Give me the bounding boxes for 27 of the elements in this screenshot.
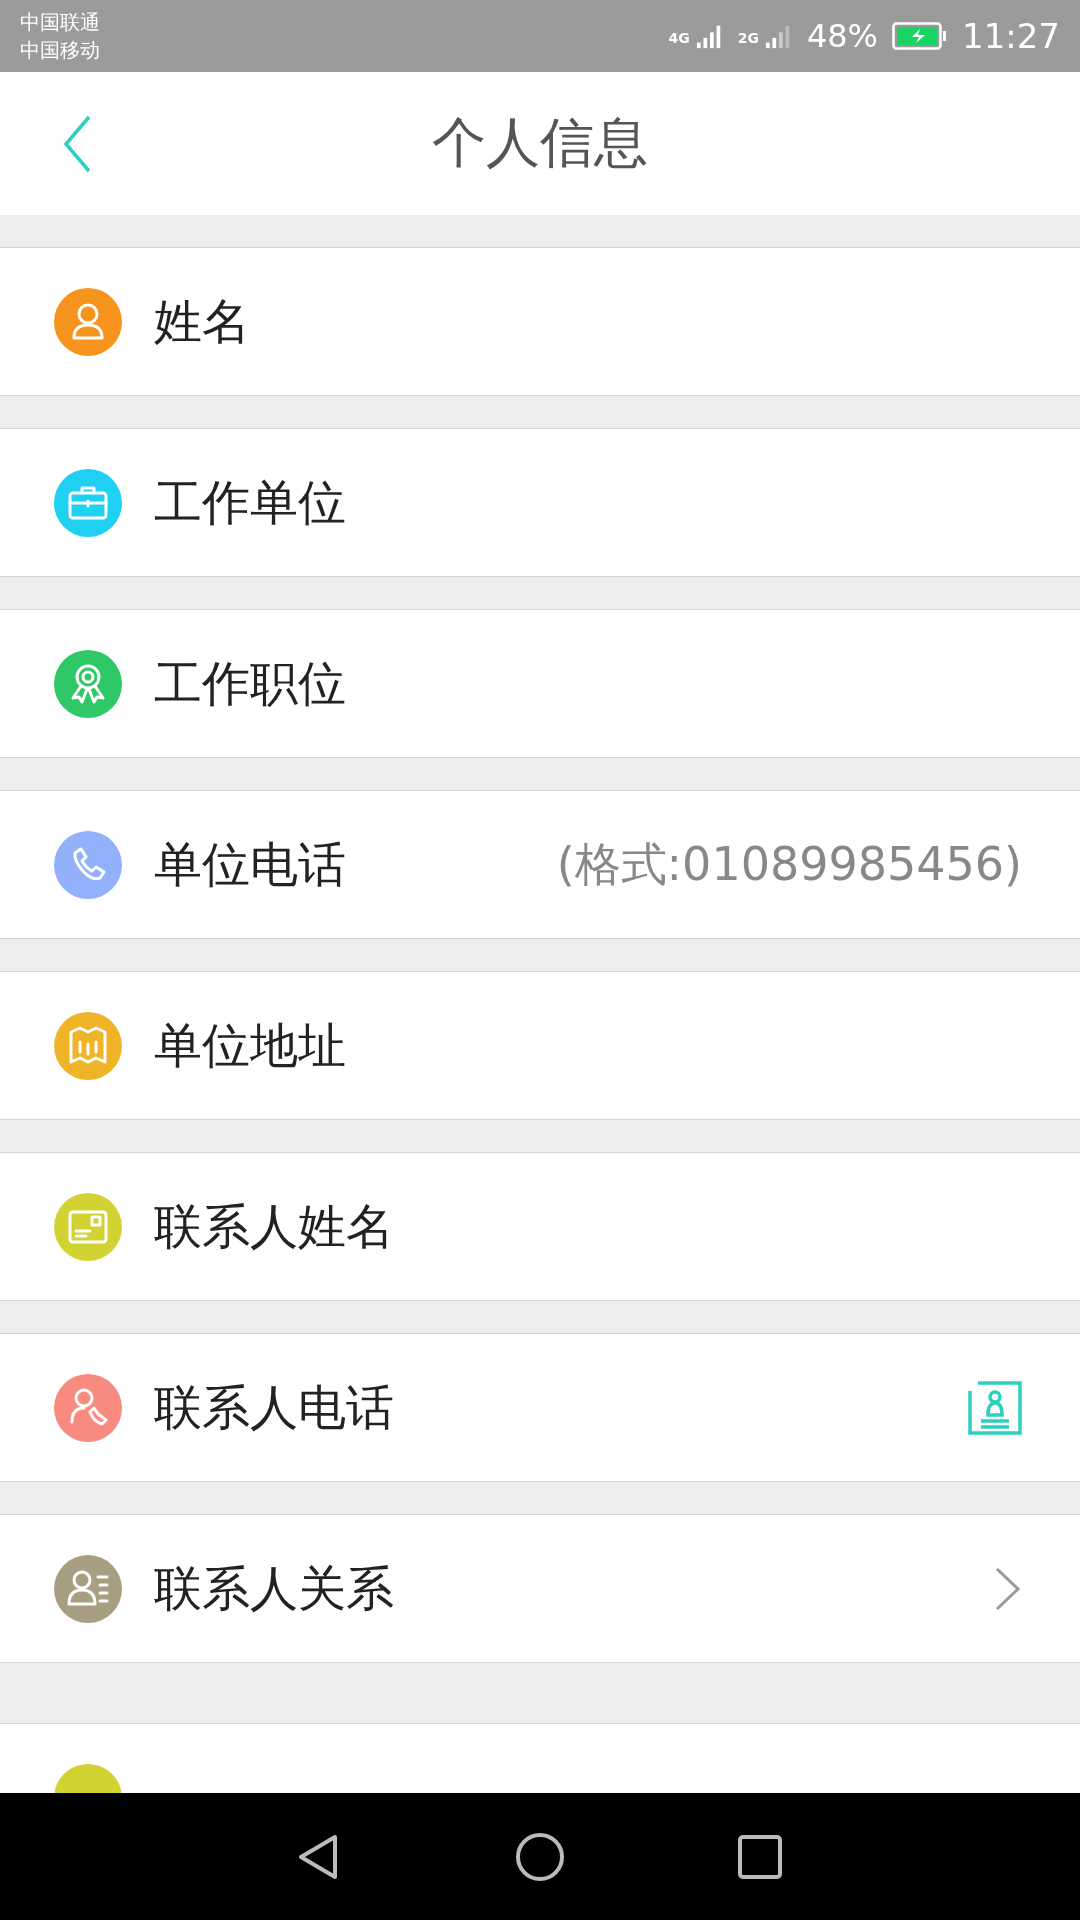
form-row[interactable]: 工作职位 xyxy=(0,609,1080,758)
clock: 11:27 xyxy=(962,16,1060,56)
form-row[interactable]: 姓名 xyxy=(0,247,1080,396)
chevron-icon xyxy=(994,1565,1022,1612)
battery-percent: 48% xyxy=(806,17,878,55)
field-label: 姓名 xyxy=(154,291,251,351)
field-label: 单位电话 xyxy=(154,834,347,894)
page-title: 个人信息 xyxy=(432,110,648,176)
form-row[interactable]: 单位地址 xyxy=(0,971,1080,1120)
field-label: 工作职位 xyxy=(154,653,347,713)
format-hint: (格式:01089985456) xyxy=(556,835,1022,893)
carrier-name: 中国移动 xyxy=(20,38,100,62)
battery-icon xyxy=(892,22,948,50)
form-row[interactable]: 工作单位 xyxy=(0,428,1080,577)
network-type: 4G xyxy=(668,30,690,46)
form-row[interactable]: 联系人关系 xyxy=(0,1514,1080,1663)
carrier-name: 中国联通 xyxy=(20,10,100,34)
field-label: 联系人电话 xyxy=(154,1377,395,1437)
form-row[interactable]: 联系人姓名 xyxy=(0,1152,1080,1301)
network-type: 2G xyxy=(737,30,759,46)
field-label: 工作单位 xyxy=(154,472,347,532)
home-icon[interactable] xyxy=(515,1831,565,1882)
field-label: 单位地址 xyxy=(154,1015,347,1075)
form-row[interactable]: 联系人电话 xyxy=(0,1333,1080,1482)
form-row[interactable]: 单位电话 (格式:01089985456) xyxy=(0,790,1080,939)
field-label: 联系人姓名 xyxy=(154,1196,395,1256)
field-label: 联系人关系 xyxy=(154,1558,395,1618)
